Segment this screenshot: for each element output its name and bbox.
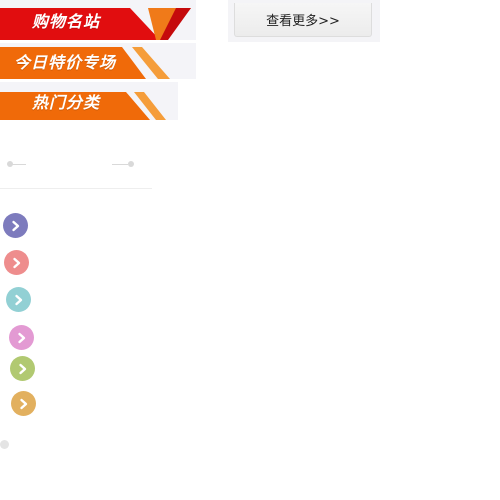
- view-more-button[interactable]: 查看更多>>: [234, 3, 372, 37]
- chevron-right-icon[interactable]: [4, 250, 29, 275]
- decorative-dot: [0, 440, 9, 449]
- banner-hot-categories: 热门分类: [0, 82, 178, 120]
- chevron-right-icon[interactable]: [11, 391, 36, 416]
- decorative-line: [12, 164, 26, 165]
- more-button-panel: 查看更多>>: [228, 0, 380, 42]
- banner-today-deals: 今日特价专场: [0, 43, 196, 79]
- decorative-line: [112, 164, 128, 165]
- banner-label: 热门分类: [32, 93, 101, 112]
- chevron-right-icon[interactable]: [10, 356, 35, 381]
- chevron-right-icon[interactable]: [3, 213, 28, 238]
- banner-label: 今日特价专场: [14, 53, 117, 72]
- banner-shopping-sites: 购物名站: [0, 0, 196, 40]
- decorative-dot: [128, 161, 134, 167]
- divider: [0, 188, 152, 189]
- chevron-right-icon[interactable]: [6, 287, 31, 312]
- chevron-right-icon[interactable]: [9, 325, 34, 350]
- banner-label: 购物名站: [32, 12, 101, 31]
